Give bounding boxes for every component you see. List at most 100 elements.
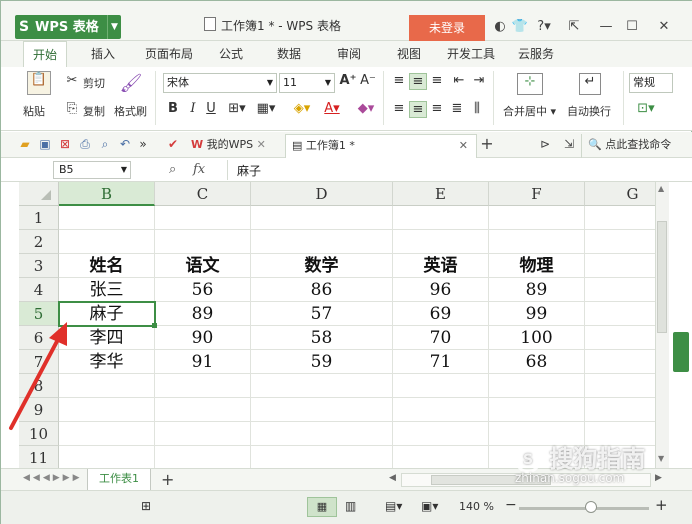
page-break-view-icon[interactable]: ▥ xyxy=(345,499,356,513)
zoom-in-icon[interactable]: + xyxy=(655,496,668,514)
tab-data[interactable]: 数据 xyxy=(269,41,309,67)
cell-f1[interactable] xyxy=(489,206,585,230)
cell-g2[interactable] xyxy=(585,230,655,254)
indent-decrease-icon[interactable]: ⇤ xyxy=(451,73,467,88)
cell-c4[interactable]: 56 xyxy=(155,278,251,302)
cell-area[interactable]: 姓名 语文 数学 英语 物理 张三 56 86 96 89 麻子 89 57 69 99 李四 90 58 70 10… xyxy=(19,182,655,468)
pin-icon[interactable]: ✔ xyxy=(165,136,181,152)
cell-c5[interactable]: 89 xyxy=(155,302,251,326)
fill-handle[interactable] xyxy=(152,323,157,328)
cell-d10[interactable] xyxy=(251,422,393,446)
page-layout-view-icon[interactable]: ▤▾ xyxy=(385,499,402,513)
copy-button[interactable]: 复制 xyxy=(83,103,105,119)
cell-b3[interactable]: 姓名 xyxy=(59,254,155,278)
cut-button[interactable]: 剪切 xyxy=(83,75,105,91)
zoom-slider[interactable] xyxy=(519,507,649,510)
borders-icon[interactable]: ⊞▾ xyxy=(225,101,249,116)
cell-f9[interactable] xyxy=(489,398,585,422)
align-bottom-icon[interactable]: ≡ xyxy=(429,73,445,88)
cell-f7[interactable]: 68 xyxy=(489,350,585,374)
underline-button[interactable]: U xyxy=(203,101,219,116)
cell-c2[interactable] xyxy=(155,230,251,254)
cell-e5[interactable]: 69 xyxy=(393,302,489,326)
fill-pattern-icon[interactable]: ▦▾ xyxy=(253,101,279,116)
cell-b1[interactable] xyxy=(59,206,155,230)
merge-center-button[interactable]: 合并居中 ▾ xyxy=(503,103,556,119)
font-size-select[interactable]: 11 ▼ xyxy=(279,73,335,93)
cell-d3[interactable]: 数学 xyxy=(251,254,393,278)
cell-f6[interactable]: 100 xyxy=(489,326,585,350)
normal-view-icon[interactable]: ▦ xyxy=(307,497,337,517)
cell-d4[interactable]: 86 xyxy=(251,278,393,302)
tab-view[interactable]: 视图 xyxy=(389,41,429,67)
cell-c7[interactable]: 91 xyxy=(155,350,251,374)
align-middle-icon[interactable]: ≡ xyxy=(409,73,427,90)
shirt-icon[interactable]: 👕 xyxy=(509,15,531,39)
formula-input[interactable]: 麻子 xyxy=(237,162,261,179)
cell-d9[interactable] xyxy=(251,398,393,422)
help-button[interactable]: ?▾ xyxy=(531,15,557,39)
align-right-icon[interactable]: ≡ xyxy=(429,101,445,116)
new-tab-icon[interactable]: + xyxy=(479,136,495,152)
scroll-up-icon[interactable]: ▲ xyxy=(658,184,664,193)
cell-g9[interactable] xyxy=(585,398,655,422)
tab-cloud-service[interactable]: 云服务 xyxy=(511,41,561,67)
cell-g3[interactable] xyxy=(585,254,655,278)
cell-e11[interactable] xyxy=(393,446,489,468)
cell-g1[interactable] xyxy=(585,206,655,230)
tab-my-wps[interactable]: W 我的WPS ✕ xyxy=(185,134,283,158)
restore-icon[interactable]: ⇱ xyxy=(563,15,585,39)
align-left-icon[interactable]: ≡ xyxy=(391,101,407,116)
cell-c6[interactable]: 90 xyxy=(155,326,251,350)
cell-c10[interactable] xyxy=(155,422,251,446)
cell-c11[interactable] xyxy=(155,446,251,468)
pdf-export-icon[interactable]: ⊠ xyxy=(57,136,73,152)
cell-e1[interactable] xyxy=(393,206,489,230)
merge-center-icon[interactable]: ⊹ xyxy=(517,73,543,95)
fill-color-icon[interactable]: ◈▾ xyxy=(289,101,315,116)
spreadsheet-grid[interactable]: B C D E F G 1 2 3 4 5 6 7 8 9 10 11 姓名 语文… xyxy=(19,182,655,468)
currency-format-icon[interactable]: ⊡▾ xyxy=(631,101,661,116)
zoom-out-icon[interactable]: − xyxy=(505,497,517,513)
cell-d5[interactable]: 57 xyxy=(251,302,393,326)
increase-font-icon[interactable]: A⁺ xyxy=(339,73,357,88)
cell-e4[interactable]: 96 xyxy=(393,278,489,302)
minimize-icon[interactable]: — xyxy=(595,15,617,39)
cell-b4[interactable]: 张三 xyxy=(59,278,155,302)
cell-g7[interactable] xyxy=(585,350,655,374)
zoom-level[interactable]: 140 % xyxy=(459,500,494,513)
close-icon[interactable]: ✕ xyxy=(257,138,266,151)
paste-button[interactable]: 粘贴 xyxy=(23,103,45,119)
share-icon[interactable]: ⇲ xyxy=(561,136,577,152)
decrease-font-icon[interactable]: A⁻ xyxy=(359,73,377,88)
backup-icon[interactable]: ⊳ xyxy=(537,136,553,152)
indent-increase-icon[interactable]: ⇥ xyxy=(471,73,487,88)
tab-formulas[interactable]: 公式 xyxy=(211,41,251,67)
scroll-left-icon[interactable]: ◀ xyxy=(389,473,396,483)
sheet-nav-icons[interactable]: ◀◀◀▶▶▶ xyxy=(23,473,83,483)
cell-g5[interactable] xyxy=(585,302,655,326)
skin-icon[interactable]: ◐ xyxy=(489,15,511,39)
cell-d6[interactable]: 58 xyxy=(251,326,393,350)
cell-d7[interactable]: 59 xyxy=(251,350,393,374)
macro-record-icon[interactable]: ⊞ xyxy=(141,499,151,513)
save-icon[interactable]: ▣ xyxy=(37,136,53,152)
login-button[interactable]: 未登录 xyxy=(409,15,485,41)
cell-g4[interactable] xyxy=(585,278,655,302)
cell-e10[interactable] xyxy=(393,422,489,446)
cell-c8[interactable] xyxy=(155,374,251,398)
cell-e3[interactable]: 英语 xyxy=(393,254,489,278)
cell-e2[interactable] xyxy=(393,230,489,254)
name-box[interactable]: B5 ▼ xyxy=(53,161,131,179)
cell-d8[interactable] xyxy=(251,374,393,398)
vertical-scroll-thumb[interactable] xyxy=(657,221,667,333)
justify-icon[interactable]: ≣ xyxy=(449,101,465,116)
cell-d11[interactable] xyxy=(251,446,393,468)
sheet-tab-1[interactable]: 工作表1 xyxy=(87,469,151,491)
cell-e8[interactable] xyxy=(393,374,489,398)
italic-button[interactable]: I xyxy=(185,101,201,116)
bold-button[interactable]: B xyxy=(165,101,181,116)
cell-e7[interactable]: 71 xyxy=(393,350,489,374)
cell-e9[interactable] xyxy=(393,398,489,422)
cell-c9[interactable] xyxy=(155,398,251,422)
